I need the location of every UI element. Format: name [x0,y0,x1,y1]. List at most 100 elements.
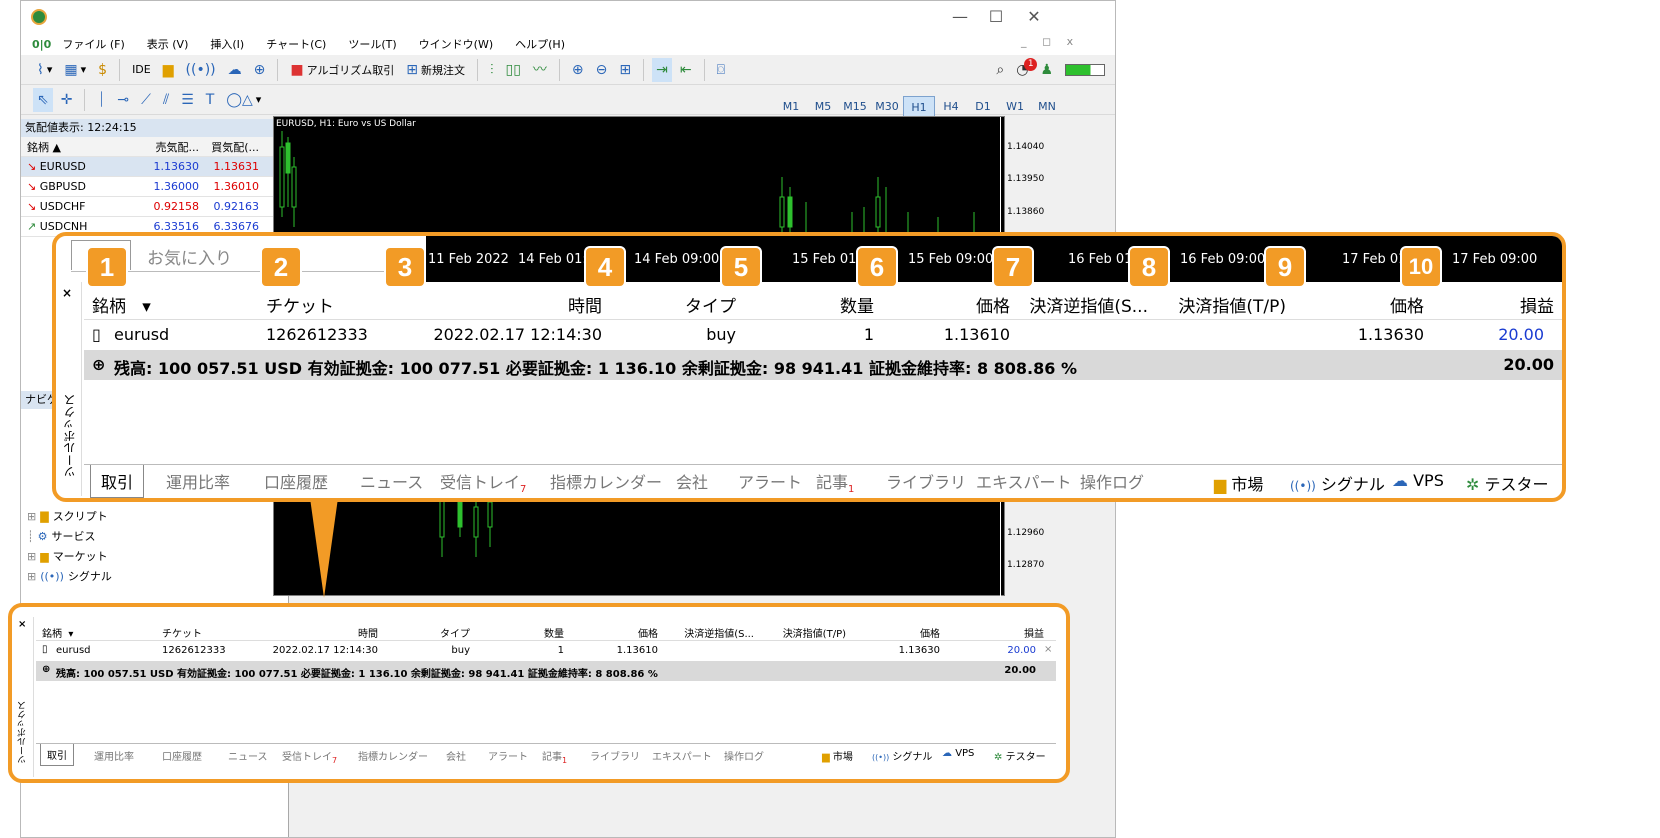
screenshot-icon[interactable]: ⌼ [713,58,729,82]
col-symbol[interactable]: 銘柄 ▾ [92,292,151,317]
tab-news[interactable]: ニュース [228,748,268,763]
tile-icon[interactable]: ⊞ [615,58,635,82]
tab-articles[interactable]: 記事1 [542,748,567,765]
tab-experts[interactable]: エキスパート [976,469,1072,493]
timeframe-m30[interactable]: M30 [871,96,903,118]
market-bag-icon[interactable]: ▆ [159,58,178,82]
menu-window[interactable]: ウインドウ(W) [408,36,504,52]
col-price-current[interactable]: 価格 [1314,292,1424,317]
horizontal-line-icon[interactable]: ⊸ [113,88,133,112]
tab-journal[interactable]: 操作ログ [724,748,764,763]
channel-icon[interactable]: ⫽ [159,88,173,112]
timeframe-m5[interactable]: M5 [807,96,839,118]
tab-library[interactable]: ライブラリ [590,748,640,763]
tab-alerts[interactable]: アラート [488,748,528,763]
market-row[interactable]: ↘ USDCHF 0.92158 0.92163 [21,197,289,217]
algo-trading-button[interactable]: ■ アルゴリズム取引 [286,58,398,82]
tab-history[interactable]: 口座履歴 [264,469,328,493]
tab-vps[interactable]: ☁ VPS [942,748,974,759]
col-profit[interactable]: 損益 [1450,292,1554,317]
close-order-icon[interactable]: × [1044,644,1052,655]
nav-item-market[interactable]: ⊞ ▆ マーケット [27,547,108,567]
trendline-icon[interactable]: ⟋ [137,88,155,112]
tab-favorites[interactable]: お気に入り [147,244,232,269]
col-bid[interactable]: 売気配... [147,139,203,155]
col-ticket[interactable]: チケット [162,625,202,640]
timeframe-m1[interactable]: M1 [775,96,807,118]
timeframe-h4[interactable]: H4 [935,96,967,118]
col-price-open[interactable]: 価格 [596,625,658,640]
dollar-icon[interactable]: $ [94,58,111,82]
line-chart-icon[interactable]: 〰 [529,58,551,82]
close-toolbox-icon[interactable]: × [62,286,72,300]
zoom-out-icon[interactable]: ⊖ [592,58,612,82]
menu-file[interactable]: ファイル (F) [51,36,135,52]
vertical-line-icon[interactable]: ⏐ [93,88,109,112]
new-chart-button[interactable]: ⌇ ▾ [33,58,56,82]
search-icon[interactable]: ⌕ [992,58,1008,82]
timeframe-d1[interactable]: D1 [967,96,999,118]
bar-chart-icon[interactable]: ⫶ [486,58,498,82]
menu-tools[interactable]: ツール(T) [337,36,407,52]
cursor-icon[interactable]: ⇖ [33,87,53,112]
nav-item-signals[interactable]: ⊞ ((•)) シグナル [27,567,112,587]
timeframe-mn[interactable]: MN [1031,96,1063,118]
fibonacci-icon[interactable]: ☰ [177,88,198,112]
col-symbol[interactable]: 銘柄 ▲ [21,139,147,155]
menu-help[interactable]: ヘルプ(H) [504,36,576,52]
timeframe-w1[interactable]: W1 [999,96,1031,118]
crosshair-icon[interactable]: ✛ [57,88,77,112]
col-tp[interactable]: 決済指値(T/P) [754,625,846,640]
menu-view[interactable]: 表示 (V) [136,36,200,52]
menu-insert[interactable]: 挿入(I) [199,36,255,52]
maximize-icon[interactable]: ☐ [981,5,1011,29]
col-sl[interactable]: 決済逆指値(S... [1008,292,1148,317]
trade-row[interactable]: ▯ eurusd 1262612333 2022.02.17 12:14:30 … [36,641,1056,661]
col-ticket[interactable]: チケット [266,292,334,317]
tab-company[interactable]: 会社 [676,469,708,493]
col-volume[interactable]: 数量 [774,292,874,317]
menu-chart[interactable]: チャート(C) [255,36,337,52]
trade-row[interactable]: ▯ eurusd 1262612333 2022.02.17 12:14:30 … [84,320,1562,350]
col-time[interactable]: 時間 [484,292,602,317]
col-type[interactable]: タイプ [406,625,470,640]
close-icon[interactable]: ✕ [1019,5,1049,29]
close-toolbox-icon[interactable]: × [18,619,26,630]
tab-tester[interactable]: ✲ テスター [1466,471,1549,495]
col-tp[interactable]: 決済指値(T/P) [1144,292,1286,317]
notification-icon[interactable]: ◔ 1 [1012,57,1038,82]
tab-signals[interactable]: ((•)) シグナル [1290,471,1385,495]
minimize-icon[interactable]: — [945,5,975,29]
col-sl[interactable]: 決済逆指値(S... [664,625,754,640]
nav-item-scripts[interactable]: ⊞ ▇ スクリプト [27,507,108,527]
tab-tester[interactable]: ✲ テスター [994,748,1046,763]
col-volume[interactable]: 数量 [500,625,564,640]
tab-calendar[interactable]: 指標カレンダー [550,469,662,493]
text-icon[interactable]: T [202,88,219,112]
col-symbol[interactable]: 銘柄 ▾ [42,625,73,640]
tab-news[interactable]: ニュース [360,469,423,493]
tab-history[interactable]: 口座履歴 [162,748,202,763]
tab-journal[interactable]: 操作ログ [1080,469,1144,493]
tab-trade[interactable]: 取引 [40,744,74,766]
tab-company[interactable]: 会社 [446,748,466,763]
tab-alerts[interactable]: アラート [738,469,802,493]
tab-vps[interactable]: ☁ VPS [1392,471,1444,490]
expand-icon[interactable]: ⊕ [92,355,105,374]
signal-icon[interactable]: ((•)) [182,58,220,82]
col-type[interactable]: タイプ [634,292,736,317]
candle-chart-icon[interactable]: ▯▯ [502,58,525,82]
market-row[interactable]: ↘ EURUSD 1.13630 1.13631 [21,157,289,177]
ide-button[interactable]: IDE [128,58,155,82]
timeframe-m15[interactable]: M15 [839,96,871,118]
nav-item-services[interactable]: ┊ ⚙ サービス [27,527,96,547]
mdi-controls[interactable]: _ ◻ x [1021,35,1079,48]
expand-icon[interactable]: ⊕ [42,664,50,675]
col-ask[interactable]: 買気配(... [203,139,263,155]
autoscroll-icon[interactable]: ⇥ [652,57,672,82]
tab-mailbox[interactable]: 受信トレイ7 [440,469,526,495]
col-price-open[interactable]: 価格 [914,292,1010,317]
tab-library[interactable]: ライブラリ [886,469,966,493]
timeframe-h1[interactable]: H1 [903,96,935,118]
profiles-button[interactable]: ▦ ▾ [60,58,90,82]
